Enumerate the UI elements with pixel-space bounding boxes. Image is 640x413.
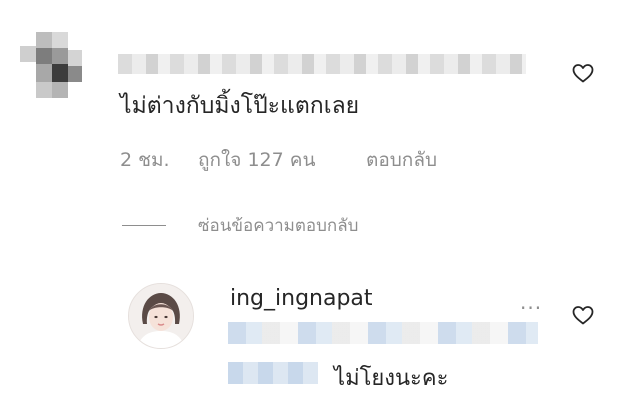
like-comment-button[interactable] [570, 61, 596, 85]
hide-replies-button[interactable]: ซ่อนข้อความตอบกลับ [198, 212, 358, 239]
commenter-avatar-blurred[interactable] [20, 32, 84, 104]
mentioned-user-blurred-2[interactable] [228, 362, 318, 384]
mentioned-user-blurred[interactable] [228, 322, 538, 344]
hide-replies-divider [122, 225, 166, 226]
more-options-icon[interactable]: ··· [520, 296, 542, 320]
commenter-name-blurred[interactable] [118, 54, 526, 74]
like-reply-button[interactable] [570, 303, 596, 327]
reply-username[interactable]: ing_ingnapat [230, 286, 373, 311]
heart-outline-icon [572, 64, 594, 83]
comment-like-count[interactable]: ถูกใจ 127 คน [198, 145, 315, 175]
reply-avatar[interactable] [128, 283, 194, 349]
profile-photo-icon [129, 284, 193, 348]
comment-timestamp[interactable]: 2 ชม. [120, 145, 170, 175]
reply-button[interactable]: ตอบกลับ [366, 145, 437, 175]
heart-outline-icon [572, 306, 594, 325]
reply-text: ไม่โยงนะคะ [334, 366, 449, 391]
comment-text: ไม่ต่างกับมิ้งโป๊ะแตกเลย [120, 93, 360, 119]
